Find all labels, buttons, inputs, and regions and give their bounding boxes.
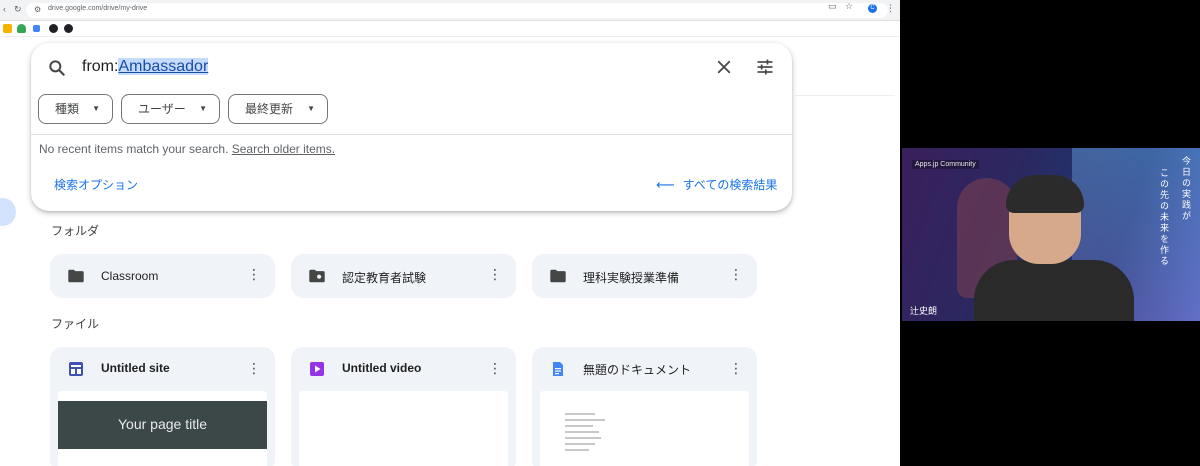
docs-icon xyxy=(553,362,563,376)
speaker-body xyxy=(974,260,1134,321)
overlay-text-column: この先の未来を作る xyxy=(1159,168,1169,267)
search-dropdown: from:Ambassador 種類 ▼ ユーザー ▼ 最終更新 ▼ No re… xyxy=(31,43,792,211)
drive-bookmark-icon[interactable] xyxy=(17,24,26,33)
community-label: Apps.jp Community xyxy=(912,160,979,169)
query-selected-text: Ambassador xyxy=(118,58,209,75)
all-results-label: すべての検索結果 xyxy=(682,178,778,192)
no-recent-message: No recent items match your search. Searc… xyxy=(39,142,335,156)
site-page-title: Your page title xyxy=(118,416,207,432)
reload-icon[interactable]: ↻ xyxy=(14,4,22,15)
file-name: Untitled video xyxy=(342,361,422,375)
file-name: Untitled site xyxy=(101,361,170,375)
shared-folder-icon xyxy=(309,269,325,283)
folder-icon xyxy=(550,269,566,283)
bookmark-star-icon[interactable]: ☆ xyxy=(845,1,853,12)
folders-heading: フォルダ xyxy=(51,224,100,238)
document-preview xyxy=(565,413,605,455)
more-actions-icon[interactable]: ⋮ xyxy=(729,361,743,375)
address-bar: ‹ ↻ ⚙ drive.google.com/drive/my-drive ▭ … xyxy=(0,0,900,21)
query-prefix: from: xyxy=(82,58,119,75)
chip-modified[interactable]: 最終更新 ▼ xyxy=(228,94,328,124)
files-heading: ファイル xyxy=(51,317,100,331)
folder-name: Classroom xyxy=(101,269,159,283)
search-icon[interactable] xyxy=(47,58,67,78)
file-thumbnail xyxy=(299,391,508,466)
profile-avatar[interactable]: C xyxy=(868,4,877,13)
back-icon[interactable]: ‹ xyxy=(3,4,6,14)
bookmark-app-icon[interactable] xyxy=(3,24,12,33)
file-name: 無題のドキュメント xyxy=(583,363,692,377)
divider xyxy=(795,95,895,96)
video-feed: Apps.jp Community 今日の実践が この先の未来を作る 辻史朗 xyxy=(902,148,1200,321)
browser-window: ‹ ↻ ⚙ drive.google.com/drive/my-drive ▭ … xyxy=(0,0,900,466)
more-actions-icon[interactable]: ⋮ xyxy=(247,267,261,281)
chevron-down-icon: ▼ xyxy=(92,104,100,113)
file-thumbnail xyxy=(540,391,749,466)
chip-people-label: ユーザー xyxy=(138,102,186,116)
search-older-link[interactable]: Search older items. xyxy=(232,142,335,156)
search-input[interactable]: from:Ambassador xyxy=(82,58,209,76)
more-actions-icon[interactable]: ⋮ xyxy=(488,267,502,281)
speaker-name: 辻史朗 xyxy=(910,306,938,316)
url-field[interactable]: ⚙ drive.google.com/drive/my-drive xyxy=(26,3,888,18)
arrow-left-icon: ⟵ xyxy=(656,177,675,192)
chevron-down-icon: ▼ xyxy=(307,104,315,113)
close-icon[interactable] xyxy=(715,58,733,76)
browser-menu-icon[interactable]: ⋮ xyxy=(886,3,895,14)
url-text: drive.google.com/drive/my-drive xyxy=(48,5,148,12)
folder-card[interactable]: Classroom ⋮ xyxy=(50,254,275,298)
bookmark-icon[interactable] xyxy=(64,24,73,33)
overlay-text-column: 今日の実践が xyxy=(1181,156,1191,222)
chatgpt-bookmark-icon[interactable] xyxy=(49,24,58,33)
chip-type-label: 種類 xyxy=(55,102,80,116)
file-card[interactable]: Untitled site ⋮ Your page title xyxy=(50,347,275,466)
cast-icon[interactable]: ▭ xyxy=(828,1,837,12)
folder-card[interactable]: 認定教育者試験 ⋮ xyxy=(291,254,516,298)
file-card[interactable]: Untitled video ⋮ xyxy=(291,347,516,466)
chevron-down-icon: ▼ xyxy=(199,104,207,113)
no-recent-text: No recent items match your search. xyxy=(39,142,229,156)
more-actions-icon[interactable]: ⋮ xyxy=(247,361,261,375)
gemini-bookmark-icon[interactable] xyxy=(33,25,40,32)
all-results-link[interactable]: ⟵ すべての検索結果 xyxy=(656,176,777,193)
search-options-icon[interactable] xyxy=(755,57,775,77)
site-header-preview: Your page title xyxy=(58,401,267,449)
vids-icon xyxy=(310,362,324,376)
more-actions-icon[interactable]: ⋮ xyxy=(729,267,743,281)
speaker-hair xyxy=(1006,175,1084,213)
advanced-search-link[interactable]: 検索オプション xyxy=(54,176,138,193)
folder-name: 認定教育者試験 xyxy=(342,271,427,285)
dropdown-divider xyxy=(31,134,792,135)
chip-type[interactable]: 種類 ▼ xyxy=(38,94,113,124)
folder-name: 理科実験授業準備 xyxy=(583,271,680,285)
folder-card[interactable]: 理科実験授業準備 ⋮ xyxy=(532,254,757,298)
file-thumbnail: Your page title xyxy=(58,391,267,466)
bookmarks-bar xyxy=(0,21,900,37)
file-card[interactable]: 無題のドキュメント ⋮ xyxy=(532,347,757,466)
chip-people[interactable]: ユーザー ▼ xyxy=(121,94,220,124)
chip-modified-label: 最終更新 xyxy=(245,102,294,116)
site-info-icon[interactable]: ⚙ xyxy=(34,5,41,14)
more-actions-icon[interactable]: ⋮ xyxy=(488,361,502,375)
sites-icon xyxy=(69,362,83,376)
folder-icon xyxy=(68,269,84,283)
